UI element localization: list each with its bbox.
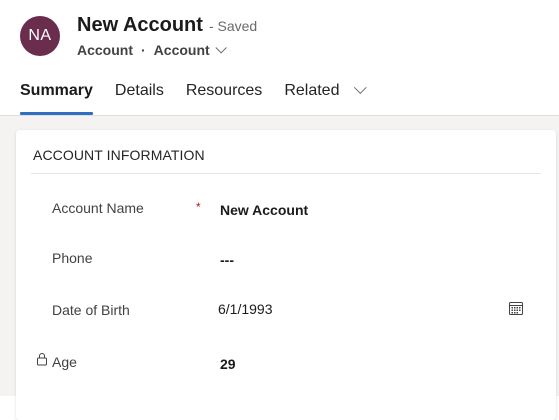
section-divider xyxy=(31,173,541,174)
lock-icon xyxy=(37,353,47,366)
required-marker: * xyxy=(196,200,201,214)
age-label: Age xyxy=(52,354,77,370)
account-information-section: ACCOUNT INFORMATION Account Name * New A… xyxy=(16,130,556,420)
record-title: New Account xyxy=(77,14,203,36)
chevron-down-icon xyxy=(353,81,367,95)
record-header: NA New Account - Saved Account · Account xyxy=(0,0,559,74)
tab-label: Related xyxy=(284,82,340,99)
tab-resources[interactable]: Resources xyxy=(186,80,262,115)
calendar-icon[interactable] xyxy=(508,300,524,316)
entity-name: Account xyxy=(77,42,133,58)
date-of-birth-label: Date of Birth xyxy=(52,302,130,318)
chevron-down-icon xyxy=(215,42,227,54)
account-name-field[interactable]: New Account xyxy=(220,202,308,218)
tab-related[interactable]: Related xyxy=(284,80,367,115)
record-subtitle: Account · Account xyxy=(77,42,227,58)
save-status: - Saved xyxy=(208,18,258,34)
tab-bar: Summary Details Resources Related xyxy=(20,80,384,115)
form-selector-button[interactable]: Account xyxy=(153,42,227,58)
tab-summary[interactable]: Summary xyxy=(20,80,93,115)
date-of-birth-field[interactable]: 6/1/1993 xyxy=(218,301,273,317)
form-selector-label: Account xyxy=(153,42,210,58)
tab-details[interactable]: Details xyxy=(115,80,164,115)
subtitle-separator: · xyxy=(141,42,146,58)
tab-label: Resources xyxy=(185,82,263,99)
section-title: ACCOUNT INFORMATION xyxy=(33,147,205,163)
account-name-label: Account Name xyxy=(52,200,144,216)
age-field: 29 xyxy=(220,356,236,372)
avatar: NA xyxy=(20,16,60,56)
phone-field[interactable]: --- xyxy=(220,252,234,268)
tab-label: Summary xyxy=(20,82,93,99)
phone-label: Phone xyxy=(52,250,93,266)
tab-label: Details xyxy=(114,82,164,99)
title-row: New Account - Saved xyxy=(77,14,257,37)
